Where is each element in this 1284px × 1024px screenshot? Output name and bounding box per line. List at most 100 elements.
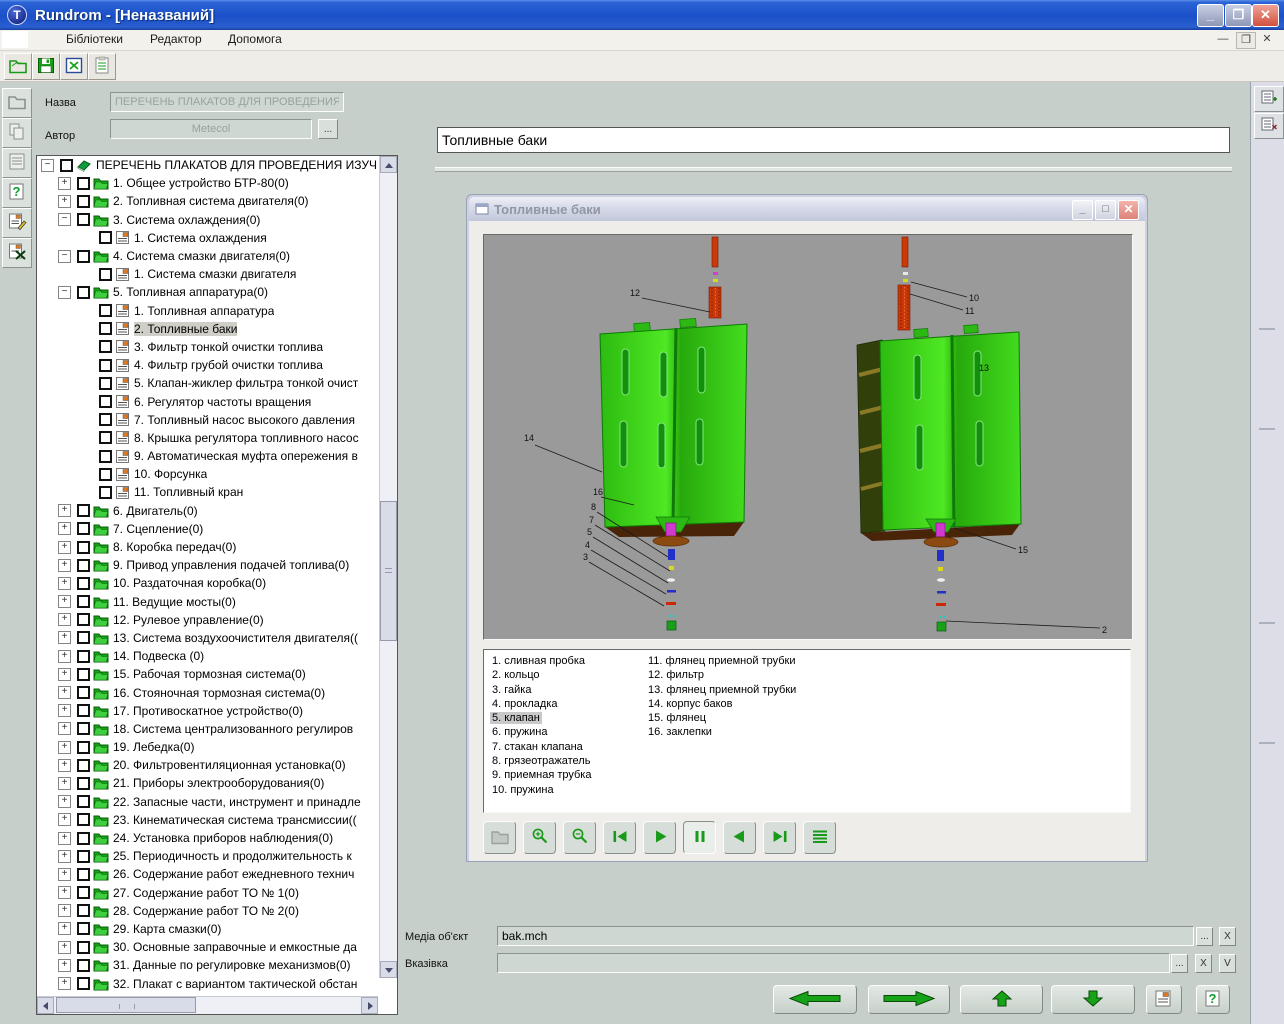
tree-checkbox[interactable]	[77, 541, 90, 554]
tree-checkbox[interactable]	[77, 722, 90, 735]
parts-list[interactable]: 1. сливная пробка2. кольцо3. гайка4. про…	[483, 649, 1131, 813]
part-list-item[interactable]: 14. корпус баков	[646, 697, 798, 711]
tree-item[interactable]: −ПЕРЕЧЕНЬ ПЛАКАТОВ ДЛЯ ПРОВЕДЕНИЯ ИЗУЧЕ	[37, 156, 378, 174]
tree-item[interactable]: +17. Противоскатное устройство(0)	[37, 702, 378, 720]
tree-item[interactable]: 1. Система охлаждения	[37, 229, 378, 247]
tree-item[interactable]: −3. Система охлаждения(0)	[37, 211, 378, 229]
media-object-field[interactable]	[497, 926, 1194, 946]
tree-checkbox[interactable]	[77, 668, 90, 681]
tree-checkbox[interactable]	[99, 468, 112, 481]
tree-checkbox[interactable]	[60, 159, 73, 172]
part-list-item[interactable]: 11. флянец приемной трубки	[646, 654, 798, 668]
tree-checkbox[interactable]	[99, 304, 112, 317]
tree-item[interactable]: +30. Основные заправочные и емкостные да	[37, 938, 378, 956]
expand-icon[interactable]: +	[58, 613, 71, 626]
tree-checkbox[interactable]	[77, 559, 90, 572]
save-button[interactable]	[32, 53, 60, 80]
scroll-right-button[interactable]	[361, 997, 378, 1014]
expand-icon[interactable]: +	[58, 886, 71, 899]
tree-checkbox[interactable]	[77, 595, 90, 608]
expand-icon[interactable]: +	[58, 777, 71, 790]
tree-item[interactable]: +23. Кинематическая система трансмиссии(…	[37, 811, 378, 829]
menu-editor[interactable]: Редактор	[150, 32, 202, 46]
tree-checkbox[interactable]	[99, 431, 112, 444]
expand-icon[interactable]: +	[58, 686, 71, 699]
play-back-button[interactable]	[723, 821, 756, 854]
part-list-item[interactable]: 8. грязеотражатель	[490, 754, 593, 768]
scroll-up-button[interactable]	[380, 156, 397, 173]
menu-help[interactable]: Допомога	[228, 32, 282, 46]
tree-item[interactable]: +20. Фильтровентиляционная установка(0)	[37, 756, 378, 774]
tree-item[interactable]: −5. Топливная аппаратура(0)	[37, 283, 378, 301]
tree-checkbox[interactable]	[77, 213, 90, 226]
nav-forward-button[interactable]	[868, 985, 950, 1014]
part-list-item[interactable]: 9. приемная трубка	[490, 768, 593, 782]
media-clear-button[interactable]: X	[1219, 927, 1236, 946]
tree-item[interactable]: +31. Данные по регулировке механизмов(0)	[37, 956, 378, 974]
skip-start-button[interactable]	[603, 821, 636, 854]
viewer-title-bar[interactable]: Топливные баки _ □ ✕	[469, 197, 1145, 221]
expand-icon[interactable]: +	[58, 741, 71, 754]
list-add-button[interactable]	[1254, 86, 1284, 112]
expand-icon[interactable]: +	[58, 904, 71, 917]
tree-checkbox[interactable]	[77, 741, 90, 754]
tree-item[interactable]: 11. Топливный кран	[37, 483, 378, 501]
tree-checkbox[interactable]	[77, 850, 90, 863]
tree-item[interactable]: +19. Лебедка(0)	[37, 738, 378, 756]
part-list-item[interactable]: 6. пружина	[490, 725, 593, 739]
part-list-item[interactable]: 13. флянец приемной трубки	[646, 683, 798, 697]
tree-checkbox[interactable]	[77, 704, 90, 717]
expand-icon[interactable]: +	[58, 541, 71, 554]
part-list-item[interactable]: 5. клапан	[490, 711, 593, 725]
tree-item[interactable]: +7. Сцепление(0)	[37, 520, 378, 538]
expand-icon[interactable]: +	[58, 668, 71, 681]
tree-item[interactable]: 6. Регулятор частоты вращения	[37, 392, 378, 410]
tree-checkbox[interactable]	[99, 359, 112, 372]
part-list-item[interactable]: 10. пружина	[490, 783, 593, 797]
tree-checkbox[interactable]	[77, 631, 90, 644]
expand-icon[interactable]: +	[58, 631, 71, 644]
mdi-restore-button[interactable]: ❐	[1236, 32, 1256, 49]
tree-checkbox[interactable]	[77, 286, 90, 299]
tree-checkbox[interactable]	[77, 959, 90, 972]
model-viewport[interactable]: 12141687543101113152	[483, 234, 1133, 640]
frame-list-button[interactable]	[803, 821, 836, 854]
expand-icon[interactable]: +	[58, 868, 71, 881]
collapse-icon[interactable]: −	[41, 159, 54, 172]
viewer-close-button[interactable]: ✕	[1118, 200, 1139, 220]
tree-checkbox[interactable]	[77, 813, 90, 826]
tree-checkbox[interactable]	[77, 922, 90, 935]
tree-item[interactable]: 10. Форсунка	[37, 465, 378, 483]
author-browse-button[interactable]: ...	[318, 119, 338, 139]
tree-item[interactable]: +33. Устройство и работа радиостанции Р-…	[37, 993, 378, 995]
tree-checkbox[interactable]	[99, 450, 112, 463]
pause-button[interactable]	[683, 821, 716, 854]
expand-icon[interactable]: +	[58, 941, 71, 954]
tree-checkbox[interactable]	[77, 177, 90, 190]
paste-button[interactable]	[88, 53, 116, 80]
tree-checkbox[interactable]	[77, 977, 90, 990]
part-list-item[interactable]: 4. прокладка	[490, 697, 593, 711]
vscroll-thumb[interactable]	[380, 501, 397, 641]
tree-item[interactable]: 7. Топливный насос высокого давления	[37, 411, 378, 429]
tree-item[interactable]: 1. Топливная аппаратура	[37, 302, 378, 320]
tree-checkbox[interactable]	[99, 231, 112, 244]
part-list-item[interactable]: 2. кольцо	[490, 668, 593, 682]
nav-up-button[interactable]	[960, 985, 1043, 1014]
restore-button[interactable]: ❐	[1225, 4, 1252, 27]
tree-checkbox[interactable]	[77, 522, 90, 535]
mdi-close-button[interactable]: ✕	[1258, 32, 1276, 47]
part-list-item[interactable]: 7. стакан клапана	[490, 740, 593, 754]
expand-icon[interactable]: +	[58, 577, 71, 590]
tree-item[interactable]: +15. Рабочая тормозная система(0)	[37, 665, 378, 683]
expand-icon[interactable]: +	[58, 650, 71, 663]
tree-item[interactable]: 1. Система смазки двигателя	[37, 265, 378, 283]
tree-checkbox[interactable]	[77, 504, 90, 517]
tree-checkbox[interactable]	[77, 650, 90, 663]
tree-checkbox[interactable]	[77, 250, 90, 263]
tree-item[interactable]: +2. Топливная система двигателя(0)	[37, 192, 378, 210]
tree-checkbox[interactable]	[99, 413, 112, 426]
tree-vscrollbar[interactable]	[379, 156, 397, 978]
tree-item[interactable]: +32. Плакат с вариантом тактической обст…	[37, 974, 378, 992]
tree-checkbox[interactable]	[77, 904, 90, 917]
